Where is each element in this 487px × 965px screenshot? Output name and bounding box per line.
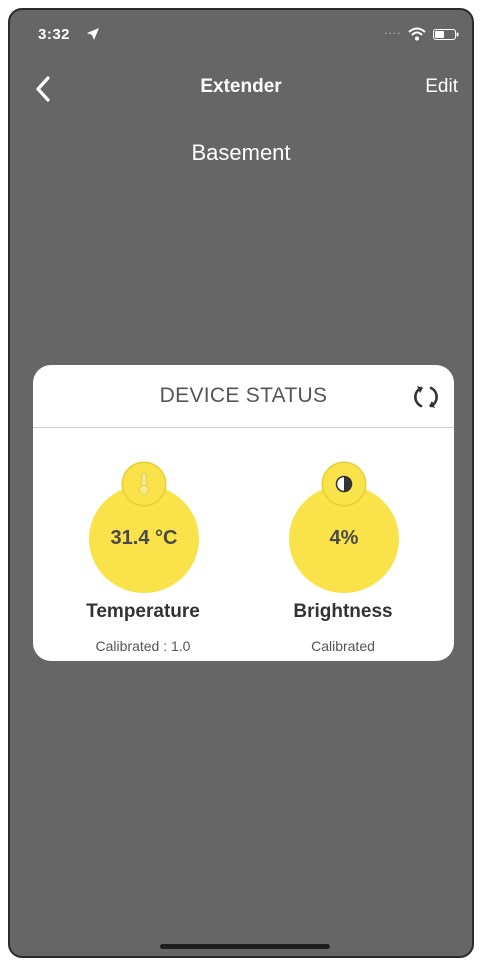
temperature-sensor: 31.4 °C Temperature Calibrated : 1.0 [43, 457, 243, 657]
nav-title: Extender [200, 76, 282, 97]
card-header: DEVICE STATUS [33, 365, 454, 428]
thermometer-icon [139, 472, 149, 495]
brightness-knob [323, 463, 365, 505]
status-bar: 3:32 .... [10, 10, 472, 56]
device-status-card: DEVICE STATUS 31.4 °C Temperature Calibr… [33, 365, 454, 661]
brightness-sensor: 4% Brightness Calibrated [243, 457, 443, 657]
brightness-value: 4% [329, 527, 359, 549]
temperature-calibration: Calibrated : 1.0 [95, 638, 191, 654]
temperature-knob [123, 463, 165, 505]
room-name: Basement [191, 140, 291, 165]
temperature-label: Temperature [86, 601, 200, 622]
phone-screen: 3:32 .... Extender Edit Basement DEVICE … [8, 8, 474, 958]
battery-icon [433, 29, 459, 40]
brightness-icon [335, 475, 353, 493]
temperature-value: 31.4 °C [110, 527, 178, 549]
status-time: 3:32 [38, 26, 71, 43]
brightness-label: Brightness [293, 601, 393, 622]
brightness-calibration: Calibrated [311, 638, 375, 654]
signal-indicator: .... [384, 23, 402, 37]
card-title: DEVICE STATUS [159, 384, 328, 407]
home-indicator[interactable] [160, 944, 330, 949]
location-arrow-icon [87, 28, 99, 40]
refresh-icon[interactable] [412, 383, 440, 411]
edit-button[interactable]: Edit [425, 76, 458, 98]
wifi-icon [408, 27, 426, 41]
